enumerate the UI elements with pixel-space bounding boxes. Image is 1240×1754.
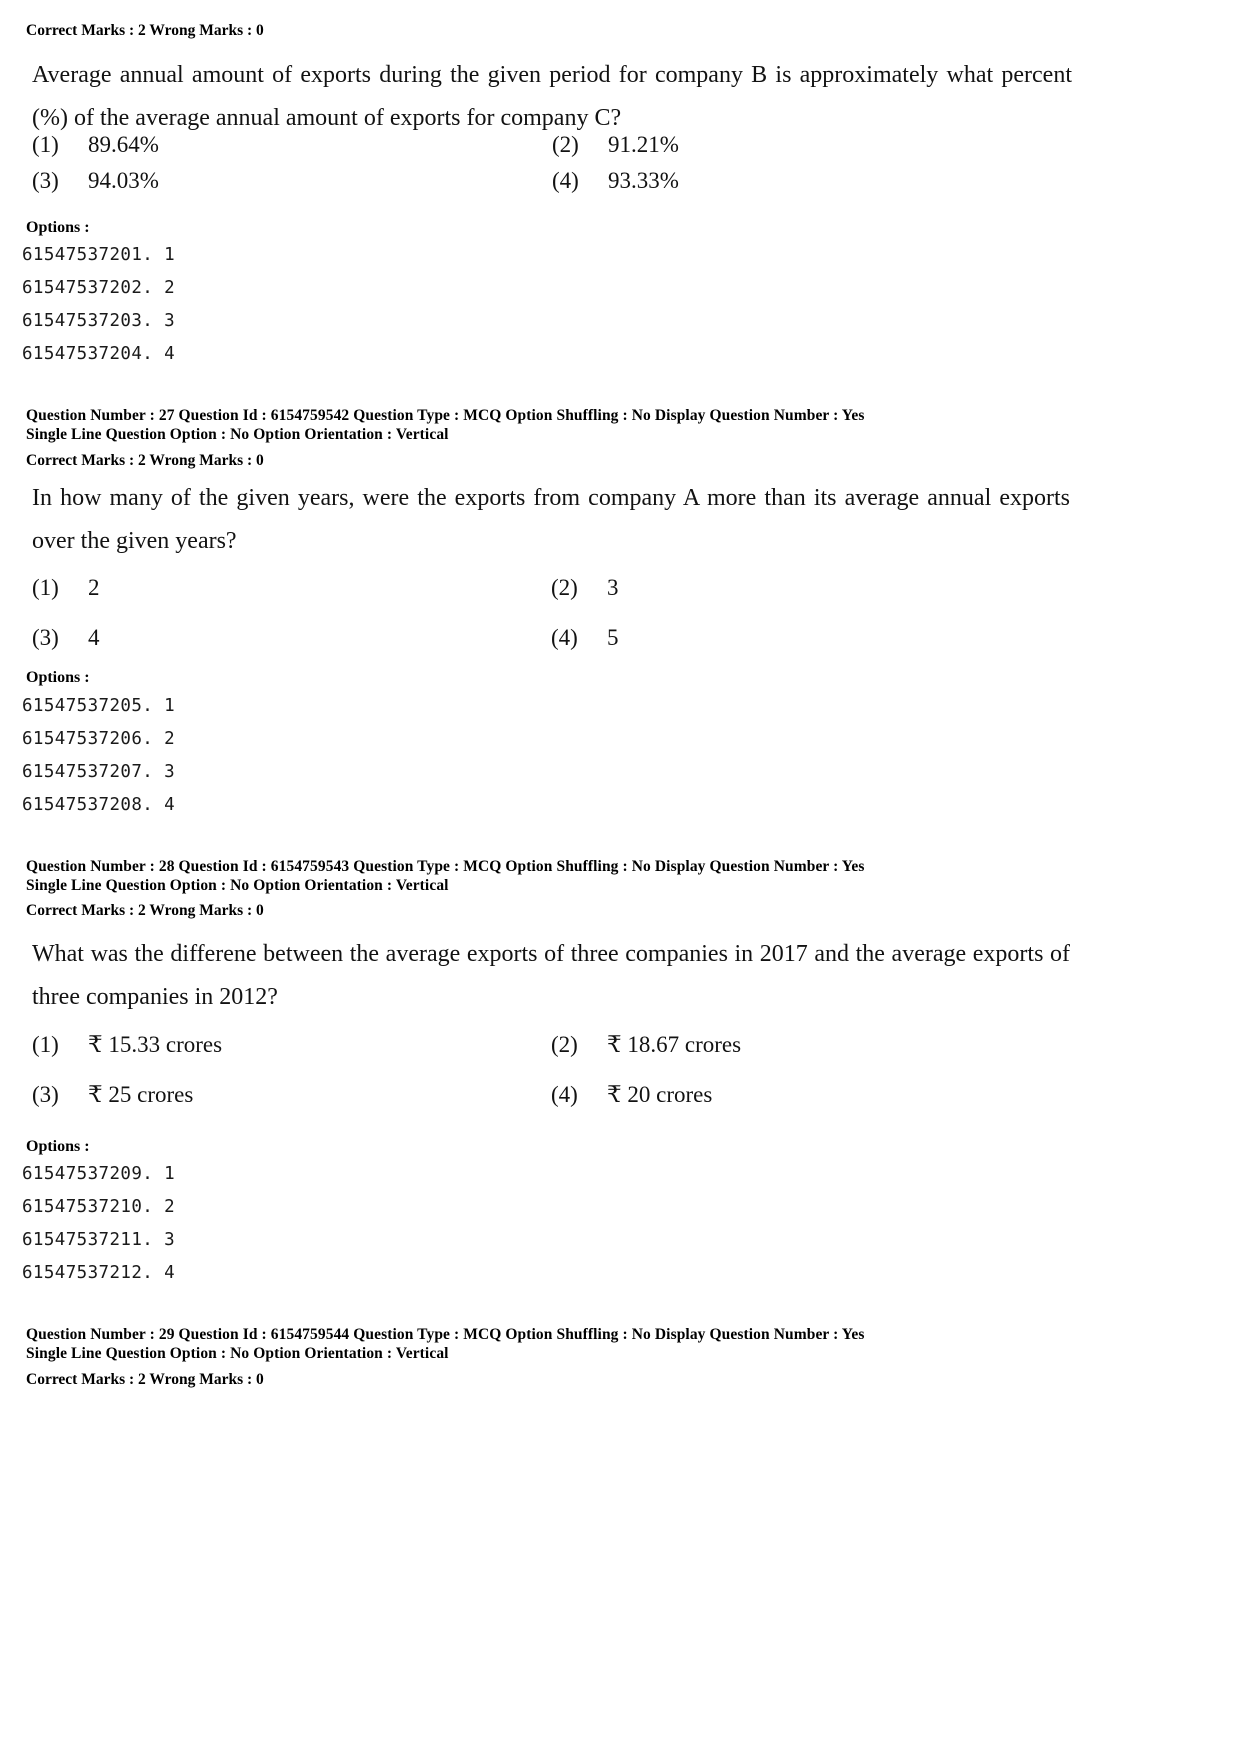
choice-number-4: (4)	[552, 168, 579, 193]
option-id-item: 61547537201. 1	[22, 245, 176, 265]
option-id-item: 61547537208. 4	[22, 795, 176, 815]
choice-value-1[interactable]: 89.64%	[88, 132, 552, 158]
question-text-q28: What was the differene between the avera…	[32, 941, 1070, 1010]
choice-number-2: (2)	[551, 575, 578, 600]
option-id-item: 61547537212. 4	[22, 1263, 176, 1283]
choice-value-4[interactable]: 93.33%	[608, 168, 1072, 194]
choice-value-2[interactable]: 91.21%	[608, 132, 1072, 158]
question-meta-q27: Question Number : 27 Question Id : 61547…	[26, 407, 1216, 445]
choice-grid-q26: (1) 89.64% (2) 91.21% (3) 94.03% (4) 93.…	[32, 132, 1072, 194]
options-label-q26: Options :	[26, 219, 90, 236]
choice-number-2: (2)	[551, 1032, 578, 1057]
choice-number-1: (1)	[32, 1032, 59, 1057]
correct-marks-line-q26: Correct Marks : 2 Wrong Marks : 0	[26, 22, 264, 39]
option-id-item: 61547537210. 2	[22, 1197, 176, 1217]
question-text-q27: In how many of the given years, were the…	[32, 485, 1070, 554]
option-id-item: 61547537206. 2	[22, 729, 176, 749]
correct-marks-line-q29: Correct Marks : 2 Wrong Marks : 0	[26, 1371, 264, 1388]
choice-grid-q28: (1) ₹ 15.33 crores (2) ₹ 18.67 crores (3…	[32, 1032, 1070, 1108]
question-meta-q28: Question Number : 28 Question Id : 61547…	[26, 858, 1216, 896]
choice-number-3: (3)	[32, 1082, 59, 1107]
choice-value-3[interactable]: 94.03%	[88, 168, 552, 194]
options-label-q27: Options :	[26, 669, 90, 686]
choice-number-3: (3)	[32, 625, 59, 650]
choice-number-3: (3)	[32, 168, 59, 193]
choice-value-4[interactable]: ₹ 20 crores	[607, 1082, 1070, 1108]
choice-number-1: (1)	[32, 575, 59, 600]
choice-value-3[interactable]: 4	[88, 625, 551, 651]
choice-value-2[interactable]: ₹ 18.67 crores	[607, 1032, 1070, 1058]
meta-line-secondary: Single Line Question Option : No Option …	[26, 1344, 449, 1362]
option-id-item: 61547537204. 4	[22, 344, 176, 364]
choice-value-2[interactable]: 3	[607, 575, 1070, 601]
meta-line-primary: Question Number : 29 Question Id : 61547…	[26, 1326, 865, 1343]
option-id-item: 61547537202. 2	[22, 278, 176, 298]
options-label-q28: Options :	[26, 1138, 90, 1155]
choice-number-4: (4)	[551, 1082, 578, 1107]
meta-line-secondary: Single Line Question Option : No Option …	[26, 876, 449, 894]
choice-value-4[interactable]: 5	[607, 625, 1070, 651]
choice-number-1: (1)	[32, 132, 59, 157]
meta-line-primary: Question Number : 28 Question Id : 61547…	[26, 858, 865, 875]
option-id-item: 61547537207. 3	[22, 762, 176, 782]
option-id-item: 61547537211. 3	[22, 1230, 176, 1250]
option-id-item: 61547537203. 3	[22, 311, 176, 331]
choice-number-4: (4)	[551, 625, 578, 650]
question-text-q26: Average annual amount of exports during …	[32, 62, 1072, 131]
choice-grid-q27: (1) 2 (2) 3 (3) 4 (4) 5	[32, 575, 1070, 651]
correct-marks-line-q27: Correct Marks : 2 Wrong Marks : 0	[26, 452, 264, 469]
choice-value-1[interactable]: 2	[88, 575, 551, 601]
correct-marks-line-q28: Correct Marks : 2 Wrong Marks : 0	[26, 902, 264, 919]
meta-line-secondary: Single Line Question Option : No Option …	[26, 425, 449, 443]
question-meta-q29: Question Number : 29 Question Id : 61547…	[26, 1326, 1216, 1364]
option-id-item: 61547537209. 1	[22, 1164, 176, 1184]
exam-page: Correct Marks : 2 Wrong Marks : 0 Averag…	[0, 0, 1240, 1754]
meta-line-primary: Question Number : 27 Question Id : 61547…	[26, 407, 865, 424]
choice-value-1[interactable]: ₹ 15.33 crores	[88, 1032, 551, 1058]
choice-number-2: (2)	[552, 132, 579, 157]
option-id-item: 61547537205. 1	[22, 696, 176, 716]
choice-value-3[interactable]: ₹ 25 crores	[88, 1082, 551, 1108]
